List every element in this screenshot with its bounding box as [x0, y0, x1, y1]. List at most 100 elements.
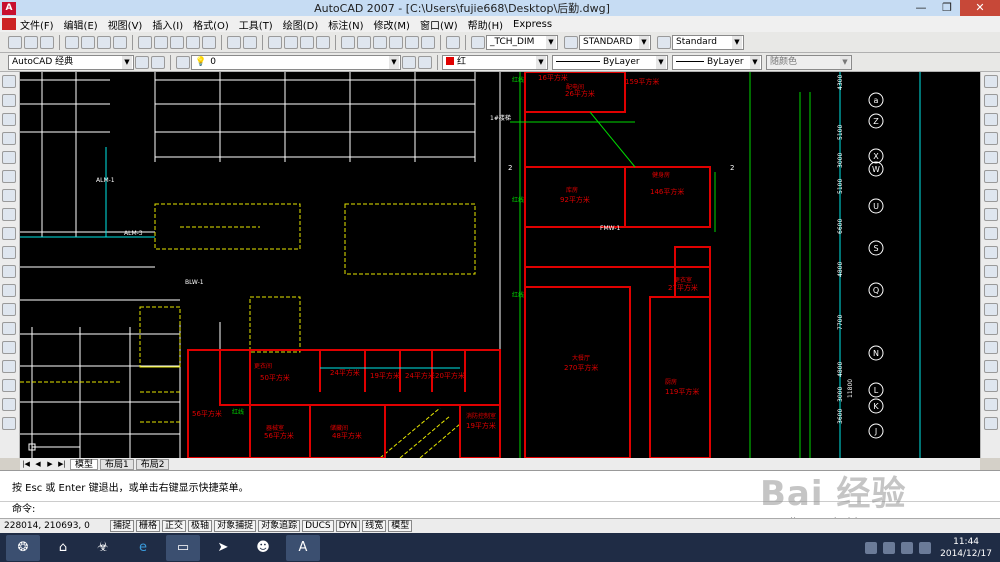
- sheet-set-icon[interactable]: [389, 35, 403, 49]
- menu-express[interactable]: Express: [509, 19, 558, 30]
- redo-icon[interactable]: [243, 35, 257, 49]
- undo-icon[interactable]: [227, 35, 241, 49]
- offset-icon[interactable]: [984, 132, 998, 145]
- construction-line-icon[interactable]: [2, 94, 16, 107]
- copy-object-icon[interactable]: [984, 94, 998, 107]
- multiline-text-icon[interactable]: [2, 417, 16, 430]
- arc-icon[interactable]: [2, 170, 16, 183]
- tray-volume-icon[interactable]: [919, 541, 932, 554]
- array-icon[interactable]: [984, 151, 998, 164]
- draw-order-icon[interactable]: [984, 398, 998, 411]
- tab-model[interactable]: 模型: [70, 458, 99, 470]
- publish-icon[interactable]: [97, 35, 111, 49]
- properties-icon[interactable]: [341, 35, 355, 49]
- tool-palettes-icon[interactable]: [373, 35, 387, 49]
- textstyle-select[interactable]: STANDARD ▼: [579, 34, 651, 50]
- rotate-icon[interactable]: [984, 189, 998, 202]
- table-icon[interactable]: [2, 398, 16, 411]
- block-editor-icon[interactable]: [202, 35, 216, 49]
- grid-toggle[interactable]: 栅格: [136, 520, 161, 532]
- clock[interactable]: 11:44 2014/12/17: [940, 536, 992, 560]
- lineweight-select[interactable]: ByLayer ▼: [672, 54, 762, 70]
- trim-icon[interactable]: [984, 246, 998, 259]
- make-block-icon[interactable]: [2, 303, 16, 316]
- circle-icon[interactable]: [2, 189, 16, 202]
- polyline-icon[interactable]: [2, 113, 16, 126]
- layer-manager-icon[interactable]: [176, 55, 190, 69]
- new-icon[interactable]: [8, 35, 22, 49]
- revision-cloud-icon[interactable]: [2, 208, 16, 221]
- insert-block-icon[interactable]: [2, 284, 16, 297]
- layer-previous-icon[interactable]: [418, 55, 432, 69]
- game-app-icon[interactable]: ☻: [246, 535, 280, 561]
- menu-modify[interactable]: 修改(M): [370, 17, 416, 32]
- explorer-icon[interactable]: ▭: [166, 534, 200, 561]
- document-icon[interactable]: [2, 18, 16, 30]
- otrack-toggle[interactable]: 对象追踪: [258, 520, 301, 532]
- floor-plan-drawing[interactable]: 1#楼梯 FMW-1 BLW-1 ALM-3 ALM-1 2 2 16平方米 2…: [20, 72, 980, 458]
- ellipse-arc-icon[interactable]: [2, 265, 16, 278]
- calculator-icon[interactable]: [421, 35, 435, 49]
- ellipse-icon[interactable]: [2, 246, 16, 259]
- fillet-icon[interactable]: [984, 360, 998, 373]
- first-tab-icon[interactable]: |◀: [20, 460, 32, 468]
- make-current-layer-icon[interactable]: [402, 55, 416, 69]
- tab-layout2[interactable]: 布局2: [135, 458, 170, 470]
- browser-app-icon[interactable]: ☣: [86, 535, 120, 561]
- osnap-toggle[interactable]: 对象捕捉: [214, 520, 257, 532]
- menu-help[interactable]: 帮助(H): [464, 17, 509, 32]
- save-icon[interactable]: [40, 35, 54, 49]
- ie-icon[interactable]: e: [126, 535, 160, 561]
- point-icon[interactable]: [2, 322, 16, 335]
- erase-icon[interactable]: [984, 75, 998, 88]
- zoom-realtime-icon[interactable]: [284, 35, 298, 49]
- join-icon[interactable]: [984, 322, 998, 335]
- markup-icon[interactable]: [405, 35, 419, 49]
- plotstyle-select[interactable]: 随颜色 ▼: [766, 54, 852, 70]
- tray-shield-icon[interactable]: [883, 541, 896, 554]
- copy-icon[interactable]: [154, 35, 168, 49]
- start-orb-icon[interactable]: ❂: [6, 534, 40, 561]
- linetype-select[interactable]: ByLayer ▼: [552, 54, 668, 70]
- last-tab-icon[interactable]: ▶|: [56, 460, 68, 468]
- tray-network-icon[interactable]: [901, 541, 914, 554]
- line-icon[interactable]: [2, 75, 16, 88]
- next-tab-icon[interactable]: ▶: [44, 460, 56, 468]
- menu-file[interactable]: 文件(F): [16, 17, 60, 32]
- mirror-icon[interactable]: [984, 113, 998, 126]
- tablestyle-select[interactable]: Standard ▼: [672, 34, 744, 50]
- color-select[interactable]: 红 ▼: [442, 54, 548, 70]
- autocad-app-icon[interactable]: A: [2, 1, 16, 15]
- polar-toggle[interactable]: 极轴: [188, 520, 213, 532]
- spline-icon[interactable]: [2, 227, 16, 240]
- tray-app-icon[interactable]: [865, 541, 878, 554]
- print-icon[interactable]: [65, 35, 79, 49]
- extend-icon[interactable]: [984, 265, 998, 278]
- help-icon[interactable]: [446, 35, 460, 49]
- dimstyle-select[interactable]: _TCH_DIM ▼: [486, 34, 558, 50]
- autocad-taskbar-icon[interactable]: A: [286, 534, 320, 561]
- break-icon[interactable]: [984, 303, 998, 316]
- stretch-icon[interactable]: [984, 227, 998, 240]
- paste-icon[interactable]: [170, 35, 184, 49]
- menu-tools[interactable]: 工具(T): [235, 17, 279, 32]
- rectangle-icon[interactable]: [2, 151, 16, 164]
- scale-icon[interactable]: [984, 208, 998, 221]
- chamfer-icon[interactable]: [984, 341, 998, 354]
- workspace-select[interactable]: AutoCAD 经典 ▼: [8, 54, 134, 70]
- snap-toggle[interactable]: 捕捉: [110, 520, 135, 532]
- workspace-save-icon[interactable]: [151, 55, 165, 69]
- tab-layout1[interactable]: 布局1: [100, 458, 134, 470]
- menu-window[interactable]: 窗口(W): [416, 17, 464, 32]
- region-icon[interactable]: [2, 379, 16, 392]
- move-icon[interactable]: [984, 170, 998, 183]
- model-toggle[interactable]: 模型: [388, 520, 413, 532]
- match-properties-icon[interactable]: [186, 35, 200, 49]
- minimize-button[interactable]: —: [908, 0, 934, 16]
- menu-format[interactable]: 格式(O): [189, 17, 235, 32]
- snap-settings-icon[interactable]: [984, 417, 998, 430]
- drawing-canvas[interactable]: 1#楼梯 FMW-1 BLW-1 ALM-3 ALM-1 2 2 16平方米 2…: [20, 72, 980, 458]
- explode-icon[interactable]: [984, 379, 998, 392]
- zoom-window-icon[interactable]: [300, 35, 314, 49]
- lineweight-toggle[interactable]: 线宽: [362, 520, 387, 532]
